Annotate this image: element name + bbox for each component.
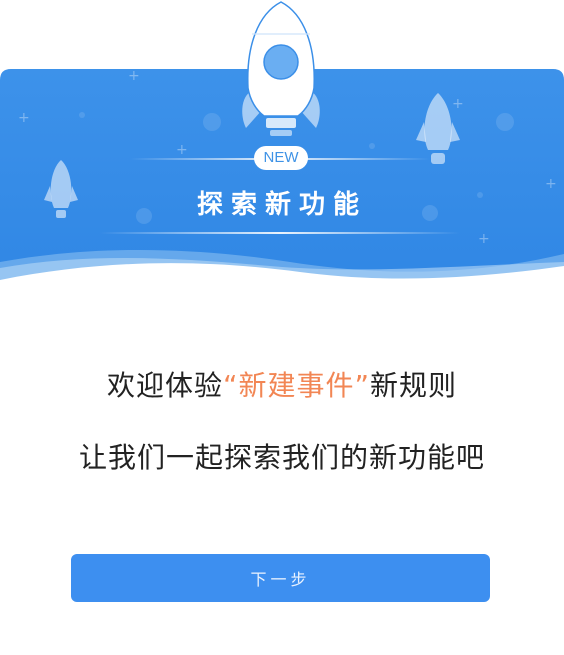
rocket-icon (242, 1, 320, 136)
next-step-button[interactable]: 下一步 (71, 554, 490, 602)
banner-title: 探索新功能 (196, 190, 367, 220)
feature-intro-page: + + + + + + NEW 探索新功能 欢迎体验“新建事件”新规则 让我们一… (0, 0, 564, 655)
svg-text:+: + (478, 231, 490, 247)
welcome-suffix: 新规则 (370, 369, 458, 402)
welcome-text: 欢迎体验“新建事件”新规则 (0, 364, 564, 404)
new-badge: NEW (254, 146, 308, 170)
explore-text: 让我们一起探索我们的新功能吧 (78, 441, 485, 474)
svg-text:+: + (18, 110, 30, 126)
feature-highlight: “新建事件” (222, 369, 370, 402)
svg-text:+: + (452, 96, 464, 112)
header-banner: + + + + + + NEW 探索新功能 (0, 0, 564, 300)
svg-text:+: + (176, 142, 188, 158)
svg-text:+: + (128, 68, 140, 84)
welcome-prefix: 欢迎体验 (106, 369, 223, 402)
